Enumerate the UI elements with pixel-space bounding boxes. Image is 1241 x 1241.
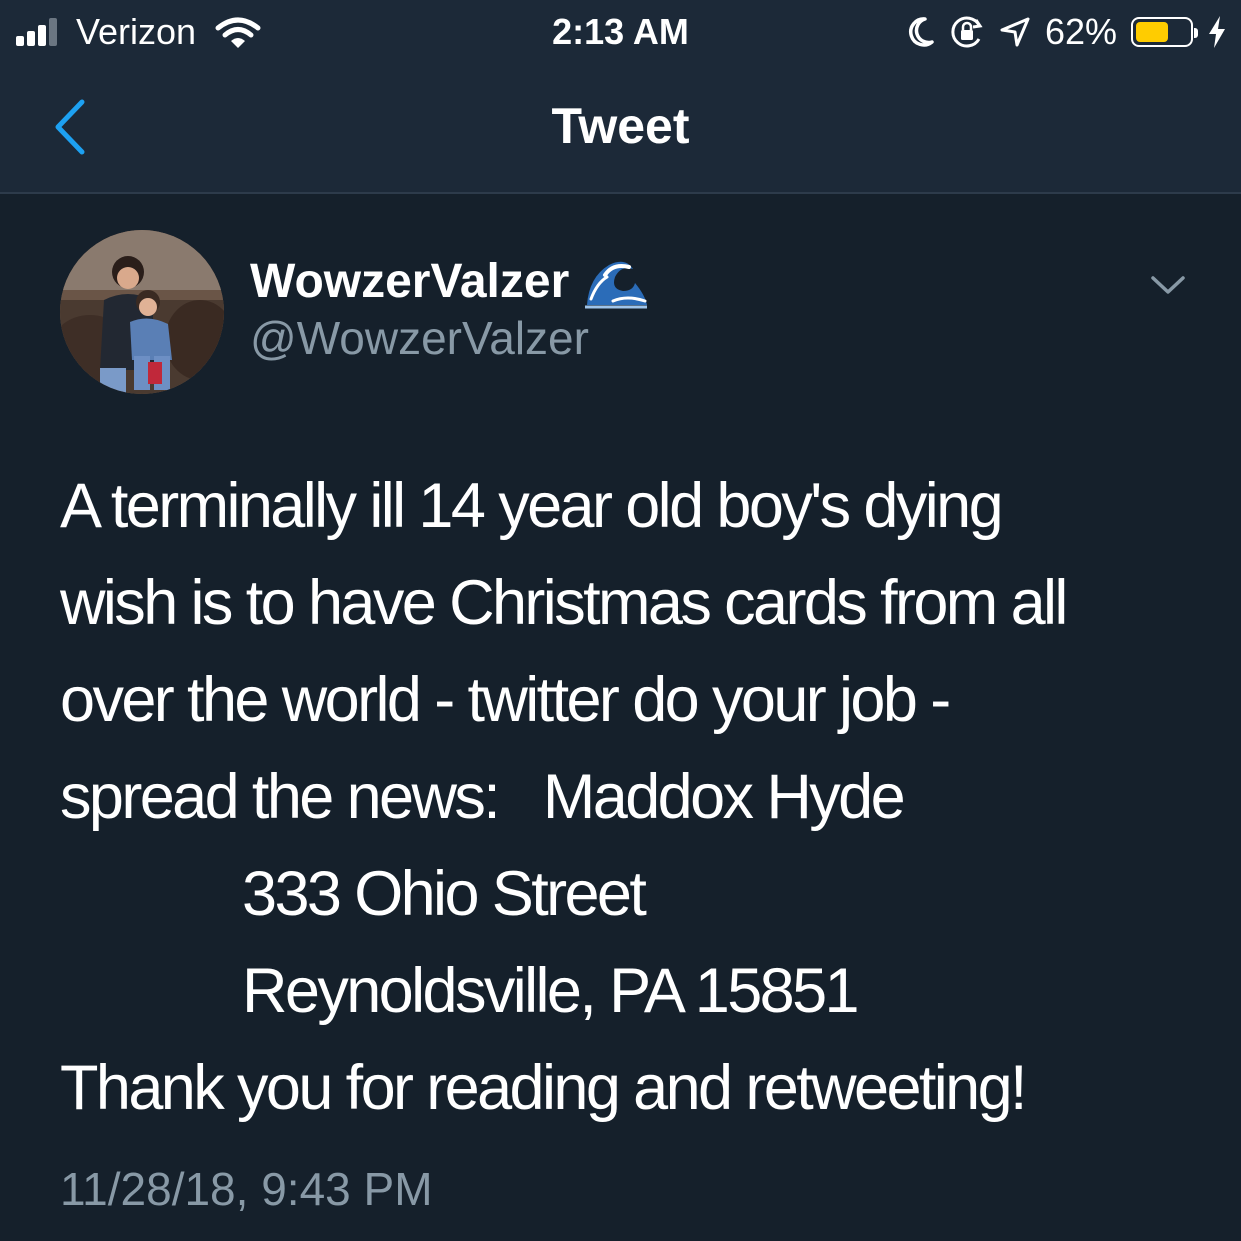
charging-bolt-icon (1209, 16, 1225, 48)
tweet-body: A terminally ill 14 year old boy's dying… (60, 458, 1210, 1137)
tweet-text-line: over the world - twitter do your job - (60, 665, 951, 735)
moon-icon (908, 17, 934, 47)
location-arrow-icon (1000, 17, 1030, 47)
author-handle[interactable]: @WowzerValzer (250, 310, 589, 366)
navigation-bar: Tweet (0, 64, 1241, 192)
tweet-text-line: wish is to have Christmas cards from all (60, 568, 1068, 638)
author-name-row: WowzerValzer (250, 252, 649, 312)
chevron-down-icon[interactable] (1148, 270, 1188, 300)
battery-icon (1131, 17, 1198, 47)
battery-level-fill (1136, 22, 1168, 42)
avatar-photo (60, 230, 224, 394)
tweet-text-line: Thank you for reading and retweeting! (60, 1053, 1028, 1123)
tweet-text-line: Reynoldsville, PA 15851 (242, 956, 860, 1026)
tweet-text-line: spread the news: Maddox Hyde (60, 762, 906, 832)
top-header: Verizon 2:13 AM 62% Tweet (0, 0, 1241, 194)
status-indicators: 62% (905, 10, 1227, 54)
rotation-lock-icon (951, 16, 983, 48)
battery-nub (1194, 28, 1198, 38)
page-title: Tweet (551, 98, 690, 154)
tweet-text-line: 333 Ohio Street (242, 859, 647, 929)
status-bar: Verizon 2:13 AM 62% (0, 0, 1241, 64)
avatar[interactable] (60, 230, 224, 394)
battery-percent: 62% (1044, 11, 1117, 52)
author-display-name[interactable]: WowzerValzer (250, 252, 569, 312)
tweet-detail-screen: Verizon 2:13 AM 62% Tweet WowzerValzer @… (0, 0, 1241, 1241)
tweet-text-line: A terminally ill 14 year old boy's dying (60, 471, 1004, 541)
tweet-timestamp[interactable]: 11/28/18, 9:43 PM (60, 1160, 433, 1218)
water-wave-icon (585, 261, 648, 309)
